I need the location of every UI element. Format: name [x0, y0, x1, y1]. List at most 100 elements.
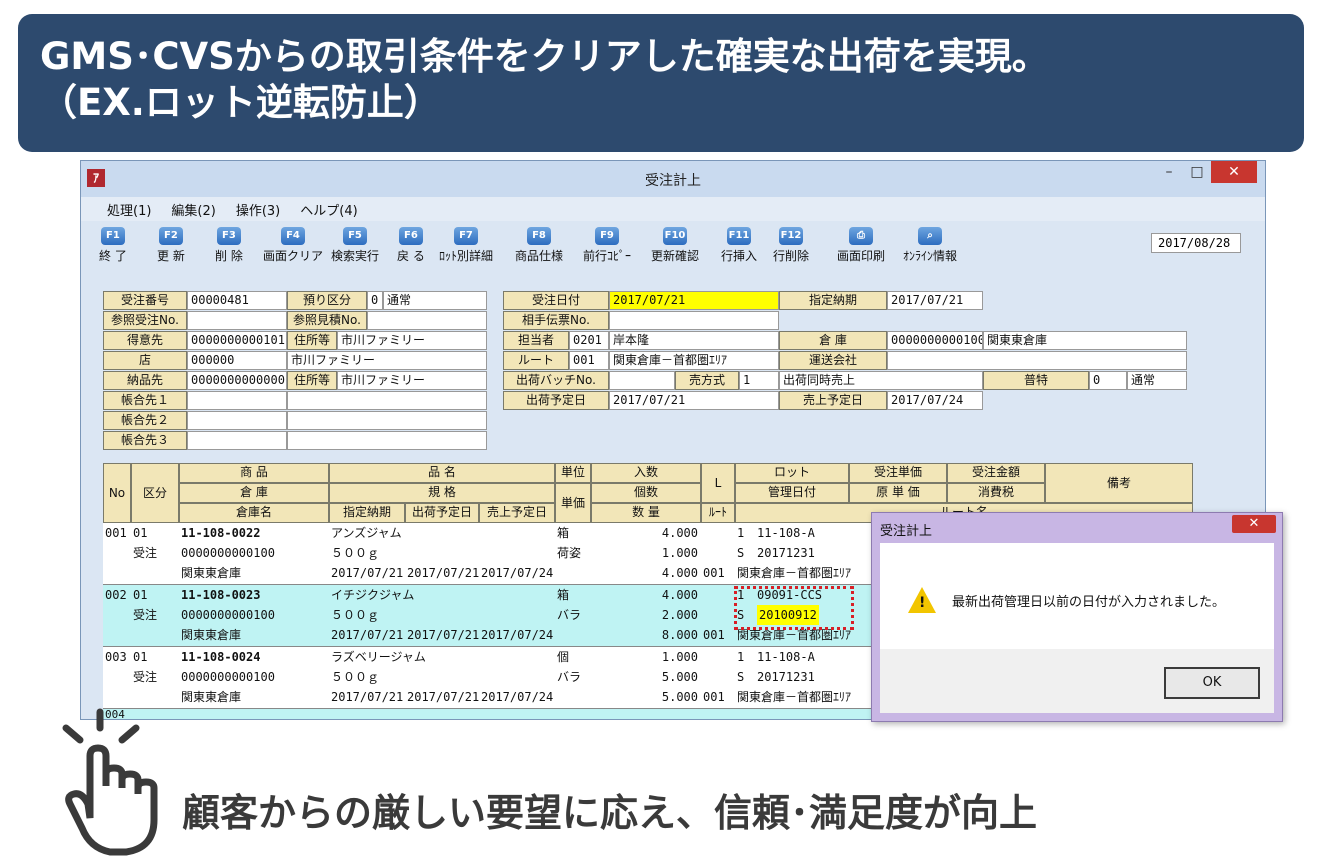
- due-date-field[interactable]: 2017/07/21: [887, 291, 983, 310]
- batch-label: 出荷バッチNo.: [503, 371, 609, 390]
- col-item-name: 品 名: [329, 463, 555, 483]
- window-title: 受注計上: [645, 173, 701, 189]
- f11-insert-button[interactable]: F11 行挿入: [721, 227, 757, 264]
- toolbar: F1 終 了 F2 更 新 F3 削 除 F4 画面クリア F5 検索実行 F6 戻 る F…: [81, 221, 1265, 271]
- hand-pointer-icon: [62, 708, 158, 856]
- batch-field[interactable]: [609, 371, 675, 390]
- warehouse-code-field[interactable]: 0000000000100: [887, 331, 983, 350]
- col-cost: 原 単 価: [849, 483, 947, 503]
- menu-item-edit[interactable]: 編集(2): [171, 200, 215, 221]
- address1-label: 住所等: [287, 331, 337, 350]
- order-date-label: 受注日付: [503, 291, 609, 310]
- customer-name-field: 市川ファミリー: [337, 331, 487, 350]
- menu-item-operation[interactable]: 操作(3): [236, 200, 280, 221]
- ship-date-label: 出荷予定日: [503, 391, 609, 410]
- title-bar: ｱ 受注計上 – □ ✕: [81, 161, 1265, 197]
- f8-spec-button[interactable]: F8 商品仕様: [515, 227, 563, 264]
- minimize-button[interactable]: –: [1155, 161, 1183, 183]
- maximize-button[interactable]: □: [1183, 161, 1211, 183]
- col-no: No: [103, 463, 131, 523]
- ref-quote-field[interactable]: [367, 311, 487, 330]
- partner-slip-field[interactable]: [609, 311, 779, 330]
- col-route: ﾙｰﾄ: [701, 503, 735, 523]
- col-warehouse-name: 倉庫名: [179, 503, 329, 523]
- headline-line2: （EX.ロット逆転防止）: [40, 81, 441, 124]
- f2-update-button[interactable]: F2 更 新: [157, 227, 185, 264]
- deposit-type-code[interactable]: 0: [367, 291, 383, 310]
- online-info-button[interactable]: ⌕ ｵﾝﾗｲﾝ情報: [903, 227, 957, 264]
- sales-date-field[interactable]: 2017/07/24: [887, 391, 983, 410]
- benefit-caption: 顧客からの厳しい要望に応え、信頼･満足度が向上: [182, 791, 1038, 835]
- partner-slip-label: 相手伝票No.: [503, 311, 609, 330]
- route-label: ルート: [503, 351, 569, 370]
- due-date-label: 指定納期: [779, 291, 887, 310]
- account1-field[interactable]: [187, 391, 287, 410]
- dialog-title: 受注計上: [880, 524, 933, 539]
- dialog-close-button[interactable]: ✕: [1232, 515, 1276, 533]
- col-tax: 消費税: [947, 483, 1045, 503]
- f5-search-button[interactable]: F5 検索実行: [331, 227, 379, 264]
- warehouse-label: 倉 庫: [779, 331, 887, 350]
- delivery-code-field[interactable]: 0000000000000: [187, 371, 287, 390]
- col-l: L: [701, 463, 735, 503]
- staff-label: 担当者: [503, 331, 569, 350]
- current-date-field[interactable]: 2017/08/28: [1151, 233, 1241, 253]
- carrier-field[interactable]: [887, 351, 1187, 370]
- account1-name: [287, 391, 487, 410]
- order-number-field[interactable]: 00000481: [187, 291, 287, 310]
- f10-confirm-button[interactable]: F10 更新確認: [651, 227, 699, 264]
- ship-date-field[interactable]: 2017/07/21: [609, 391, 779, 410]
- futoku-code[interactable]: 0: [1089, 371, 1127, 390]
- ok-button[interactable]: OK: [1164, 667, 1260, 699]
- staff-code-field[interactable]: 0201: [569, 331, 609, 350]
- col-ship: 出荷予定日: [405, 503, 479, 523]
- sales-date-label: 売上予定日: [779, 391, 887, 410]
- f4-clear-button[interactable]: F4 画面クリア: [263, 227, 323, 264]
- warning-dialog: 受注計上 ✕ ! 最新出荷管理日以前の日付が入力されました。 OK: [871, 512, 1283, 722]
- route-code-field[interactable]: 001: [569, 351, 609, 370]
- col-amount: 受注金額: [947, 463, 1045, 483]
- ref-quote-label: 参照見積No.: [287, 311, 367, 330]
- futoku-name: 通常: [1127, 371, 1187, 390]
- f3-delete-button[interactable]: F3 削 除: [215, 227, 243, 264]
- printer-icon: ⎙: [849, 227, 873, 245]
- col-note: 備考: [1045, 463, 1193, 503]
- account2-field[interactable]: [187, 411, 287, 430]
- print-screen-button[interactable]: ⎙ 画面印刷: [837, 227, 885, 264]
- account2-label: 帳合先２: [103, 411, 187, 430]
- col-irisu: 入数: [591, 463, 701, 483]
- customer-code-field[interactable]: 0000000000101: [187, 331, 287, 350]
- dialog-message: 最新出荷管理日以前の日付が入力されました。: [952, 595, 1226, 610]
- delivery-label: 納品先: [103, 371, 187, 390]
- sales-method-name: 出荷同時売上: [779, 371, 983, 390]
- order-date-field[interactable]: 2017/07/21: [609, 291, 779, 310]
- ref-order-label: 参照受注No.: [103, 311, 187, 330]
- menu-item-help[interactable]: ヘルプ(4): [300, 200, 357, 221]
- col-due: 指定納期: [329, 503, 405, 523]
- headline-line1: GMS･CVSからの取引条件をクリアした確実な出荷を実現。: [40, 35, 1049, 78]
- sales-method-label: 売方式: [675, 371, 739, 390]
- account3-name: [287, 431, 487, 450]
- menu-bar: 処理(1) 編集(2) 操作(3) ヘルプ(4): [81, 197, 1265, 221]
- account1-label: 帳合先１: [103, 391, 187, 410]
- f7-lot-detail-button[interactable]: F7 ﾛｯﾄ別詳細: [439, 227, 493, 264]
- store-name-field: 市川ファミリー: [287, 351, 487, 370]
- order-number-label: 受注番号: [103, 291, 187, 310]
- sales-method-code[interactable]: 1: [739, 371, 779, 390]
- store-code-field[interactable]: 000000: [187, 351, 287, 370]
- ref-order-field[interactable]: [187, 311, 287, 330]
- deposit-type-name: 通常: [383, 291, 487, 310]
- f1-exit-button[interactable]: F1 終 了: [99, 227, 127, 264]
- route-name-field: 関東倉庫－首都圏ｴﾘｱ: [609, 351, 779, 370]
- account2-name: [287, 411, 487, 430]
- col-warehouse: 倉 庫: [179, 483, 329, 503]
- lot-error-highlight: [734, 586, 854, 630]
- col-qty: 数 量: [591, 503, 701, 523]
- col-kosu: 個数: [591, 483, 701, 503]
- account3-field[interactable]: [187, 431, 287, 450]
- f6-back-button[interactable]: F6 戻 る: [397, 227, 425, 264]
- close-button[interactable]: ✕: [1211, 161, 1257, 183]
- menu-item-process[interactable]: 処理(1): [107, 200, 151, 221]
- f12-row-delete-button[interactable]: F12 行削除: [773, 227, 809, 264]
- f9-copy-button[interactable]: F9 前行ｺﾋﾟｰ: [583, 227, 631, 264]
